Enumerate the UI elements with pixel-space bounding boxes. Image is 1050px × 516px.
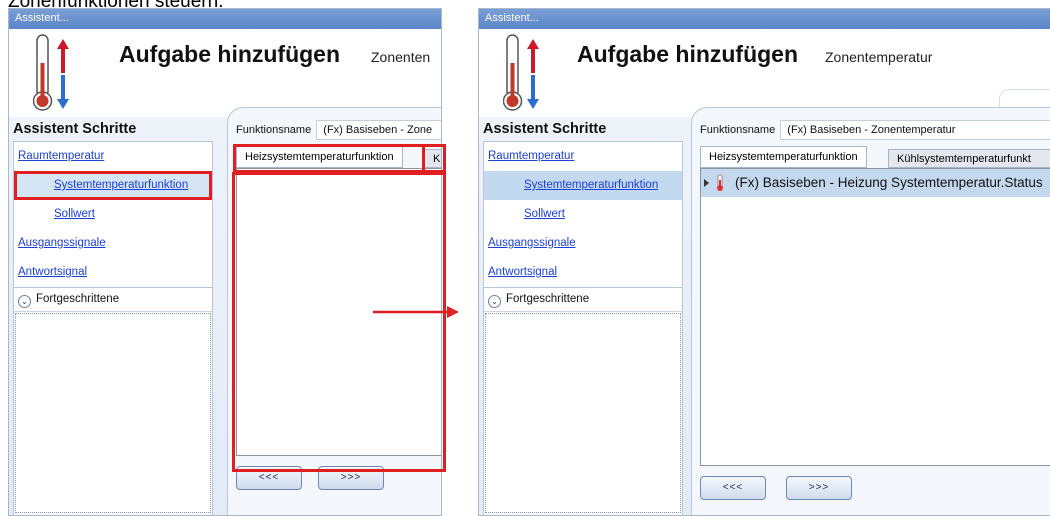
function-name-label: Funktionsname xyxy=(236,123,312,136)
tab-heating[interactable]: Heizsystemtemperaturfunktion xyxy=(236,146,403,168)
step-sollwert[interactable]: Sollwert xyxy=(484,200,682,229)
step-antwortsignal[interactable]: Antwortsignal xyxy=(14,258,212,287)
step-antwortsignal[interactable]: Antwortsignal xyxy=(484,258,682,287)
list-item[interactable]: (Fx) Basiseben - Heizung Systemtemperatu… xyxy=(701,169,1050,197)
header-subtitle: Zonentemperatur xyxy=(825,49,933,65)
tab-cooling[interactable]: Kühlsystemtemperaturfunkt xyxy=(888,149,1050,168)
step-raumtemperatur[interactable]: Raumtemperatur xyxy=(14,142,212,171)
steps-title: Assistent Schritte xyxy=(13,121,137,137)
steps-list: Raumtemperatur Systemtemperaturfunktion … xyxy=(483,141,683,288)
step-ausgangssignale[interactable]: Ausgangssignale xyxy=(484,229,682,258)
next-button[interactable]: >>> xyxy=(786,476,852,500)
advanced-content xyxy=(485,313,681,513)
advanced-toggle[interactable]: ⌄ Fortgeschrittene xyxy=(14,288,212,312)
chevron-down-icon: ⌄ xyxy=(18,295,31,308)
wizard-body: Assistent Schritte Raumtemperatur System… xyxy=(479,107,1050,515)
wizard-window-after: Assistent... Aufgabe hinzufügen Zonentem… xyxy=(478,8,1050,516)
back-button[interactable]: <<< xyxy=(700,476,766,500)
advanced-section: ⌄ Fortgeschrittene xyxy=(483,287,683,515)
function-name-input[interactable]: (Fx) Basiseben - Zonentemperatur xyxy=(780,120,1050,140)
arrow-right-icon xyxy=(373,306,459,318)
thermometer-icon xyxy=(33,34,69,111)
steps-title: Assistent Schritte xyxy=(483,121,607,137)
function-name-label: Funktionsname xyxy=(700,123,776,136)
back-button[interactable]: <<< xyxy=(236,466,302,490)
expand-arrow-icon[interactable] xyxy=(704,179,709,187)
tab-cooling[interactable]: K xyxy=(424,149,441,168)
function-name-row: Funktionsname (Fx) Basiseben - Zone xyxy=(236,120,441,140)
function-list[interactable]: (Fx) Basiseben - Heizung Systemtemperatu… xyxy=(700,168,1050,466)
step-sollwert[interactable]: Sollwert xyxy=(14,200,212,229)
window-title: Assistent... xyxy=(479,9,1050,29)
main-pane: Funktionsname (Fx) Basiseben - Zonentemp… xyxy=(691,107,1050,515)
window-title: Assistent... xyxy=(9,9,441,29)
step-raumtemperatur[interactable]: Raumtemperatur xyxy=(484,142,682,171)
header-title: Aufgabe hinzufügen xyxy=(119,41,341,67)
wizard-window-before: Assistent... Aufgabe hinzufügen Zonenten… xyxy=(8,8,442,516)
thermometer-small-icon xyxy=(717,174,723,191)
function-name-input[interactable]: (Fx) Basiseben - Zone xyxy=(316,120,441,140)
header-subtitle: Zonenten xyxy=(371,49,431,65)
step-ausgangssignale[interactable]: Ausgangssignale xyxy=(14,229,212,258)
next-button[interactable]: >>> xyxy=(318,466,384,490)
tab-heating[interactable]: Heizsystemtemperaturfunktion xyxy=(700,146,867,168)
advanced-content xyxy=(15,313,211,513)
thermometer-icon xyxy=(503,34,539,111)
steps-list: Raumtemperatur Systemtemperaturfunktion … xyxy=(13,141,213,288)
chevron-down-icon: ⌄ xyxy=(488,295,501,308)
advanced-section: ⌄ Fortgeschrittene xyxy=(13,287,213,515)
step-systemtemperaturfunktion[interactable]: Systemtemperaturfunktion xyxy=(484,171,682,200)
advanced-label: Fortgeschrittene xyxy=(36,293,120,305)
step-systemtemperaturfunktion[interactable]: Systemtemperaturfunktion xyxy=(14,171,212,200)
advanced-toggle[interactable]: ⌄ Fortgeschrittene xyxy=(484,288,682,312)
advanced-label: Fortgeschrittene xyxy=(506,293,590,305)
list-item-label: (Fx) Basiseben - Heizung Systemtemperatu… xyxy=(735,175,1043,190)
header-title: Aufgabe hinzufügen xyxy=(577,41,799,67)
function-name-row: Funktionsname (Fx) Basiseben - Zonentemp… xyxy=(700,120,1050,140)
